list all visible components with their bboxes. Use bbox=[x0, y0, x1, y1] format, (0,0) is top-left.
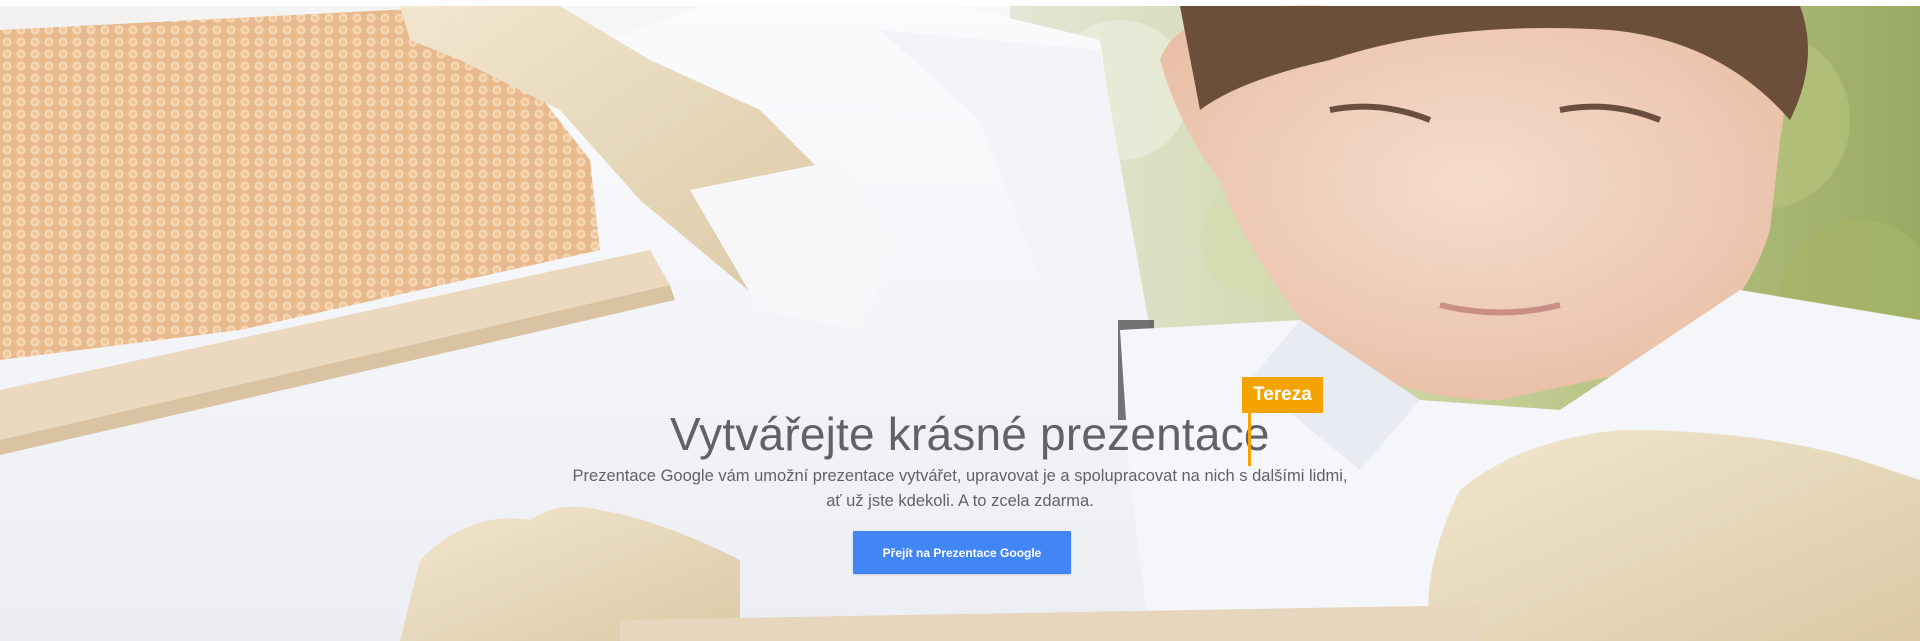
go-to-slides-button[interactable]: Přejít na Prezentace Google bbox=[853, 531, 1071, 574]
headline-container: Vytvářejte krásné prezentace bbox=[670, 400, 1269, 466]
hero-headline: Vytvářejte krásné prezentace bbox=[670, 408, 1270, 460]
description-line: Prezentace Google vám umožní prezentace … bbox=[572, 467, 1348, 485]
description-line: ať už jste kdekoli. A to zcela zdarma. bbox=[826, 492, 1094, 510]
hero-section: Vytvářejte krásné prezentace Tereza Prez… bbox=[0, 0, 1920, 641]
collaborator-name-flag: Tereza bbox=[1242, 377, 1323, 413]
hero-content: Vytvářejte krásné prezentace Tereza Prez… bbox=[0, 0, 1920, 641]
hero-description: Prezentace Google vám umožní prezentace … bbox=[500, 464, 1420, 514]
